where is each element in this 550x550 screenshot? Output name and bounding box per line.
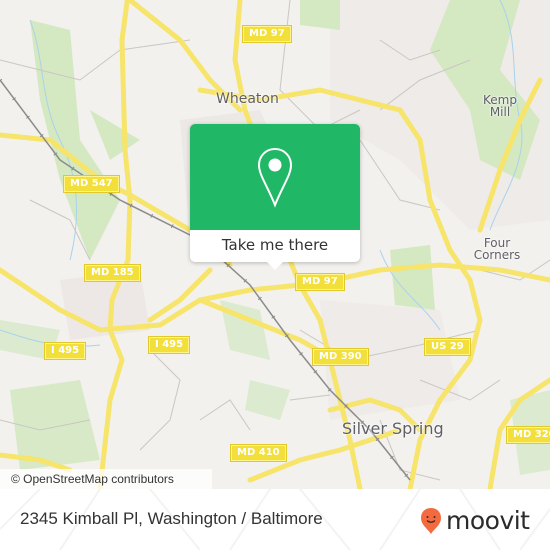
place-label-four-corners-text: Four Corners — [473, 236, 521, 262]
route-shield-i495-west: I 495 — [43, 342, 87, 360]
place-label-four-corners: Four Corners — [467, 237, 527, 261]
map-pin-icon — [257, 147, 293, 208]
popup-header — [190, 124, 360, 230]
popup-pointer — [266, 261, 284, 270]
map-attribution[interactable]: © OpenStreetMap contributors — [0, 469, 212, 489]
location-popup: Take me there — [190, 124, 360, 270]
moovit-wordmark: moovit — [446, 506, 530, 535]
route-shield-md390: MD 390 — [312, 348, 369, 366]
route-shield-md410: MD 410 — [230, 444, 287, 462]
route-shield-i495-east: I 495 — [147, 336, 191, 354]
moovit-pin-icon — [421, 508, 441, 534]
place-label-wheaton: Wheaton — [216, 91, 279, 107]
place-label-silver-spring: Silver Spring — [342, 419, 444, 438]
place-label-kemp-mill: Kemp Mill — [470, 94, 530, 118]
route-shield-md185: MD 185 — [84, 264, 141, 282]
route-shield-md97-south: MD 97 — [295, 273, 345, 291]
route-shield-md320: MD 320 — [506, 426, 550, 444]
take-me-there-button[interactable]: Take me there — [190, 230, 360, 262]
moovit-logo[interactable]: moovit — [420, 507, 530, 535]
map-view[interactable]: Wheaton Kemp Mill Four Corners Silver Sp… — [0, 0, 550, 489]
route-shield-md97-north: MD 97 — [242, 25, 292, 43]
place-label-kemp-mill-text: Kemp Mill — [483, 93, 517, 119]
address-text: 2345 Kimball Pl, Washington / Baltimore — [20, 509, 323, 528]
route-shield-us29: US 29 — [424, 338, 471, 356]
footer-bar: 2345 Kimball Pl, Washington / Baltimore … — [0, 489, 550, 550]
route-shield-md547: MD 547 — [63, 175, 120, 193]
